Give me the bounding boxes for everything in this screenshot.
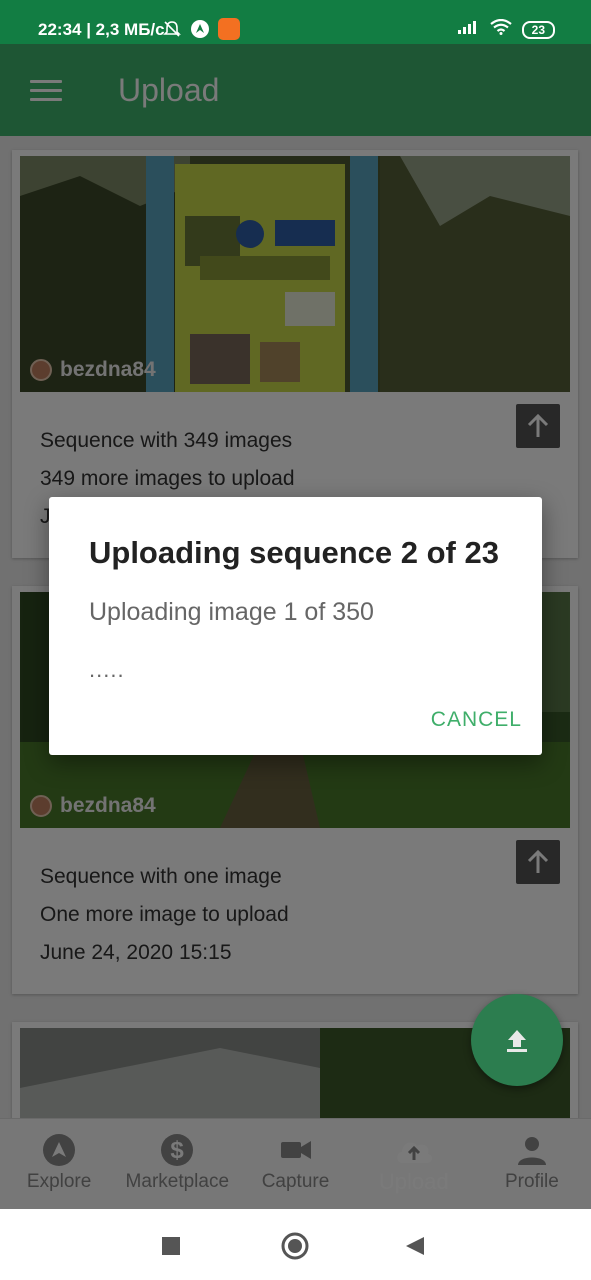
upload-all-fab[interactable] (471, 994, 563, 1086)
upload-progress-dialog: Uploading sequence 2 of 23 Uploading ima… (49, 497, 542, 755)
nav-label: Marketplace (125, 1171, 230, 1192)
location-icon (190, 19, 210, 39)
nav-label: Capture (261, 1171, 330, 1192)
sequence-count: Sequence with one image (40, 865, 282, 888)
svg-text:$: $ (171, 1137, 185, 1164)
compass-icon (0, 1133, 118, 1167)
nav-item-profile[interactable]: Profile (473, 1119, 591, 1209)
sequence-count: Sequence with 349 images (40, 429, 293, 452)
avatar (30, 795, 52, 817)
dialog-message: Uploading image 1 of 350 (89, 598, 374, 626)
person-icon (473, 1133, 591, 1167)
nav-item-marketplace[interactable]: $ Marketplace (118, 1119, 236, 1209)
arrow-up-icon (527, 849, 549, 873)
status-bar: 22:34 | 2,3 МБ/с 23 (0, 0, 591, 44)
app-bar: Upload (0, 44, 591, 136)
bottom-navigation: Explore $ Marketplace Capture Upload Pro… (0, 1118, 591, 1209)
card-user: bezdna84 (30, 794, 156, 818)
nav-item-upload[interactable]: Upload (355, 1119, 473, 1209)
upload-sequence-button[interactable] (516, 840, 560, 884)
avatar (30, 359, 52, 381)
remaining-count: One more image to upload (40, 903, 289, 926)
username: bezdna84 (60, 794, 156, 817)
nav-label: Profile (504, 1171, 559, 1192)
status-icons-right: 23 (457, 18, 555, 40)
video-camera-icon (236, 1133, 354, 1167)
arrow-up-icon (527, 413, 549, 437)
nav-label: Upload (378, 1169, 449, 1194)
progress-dots: ..... (89, 657, 125, 682)
username: bezdna84 (60, 358, 156, 381)
recent-apps-icon (162, 1237, 180, 1255)
sequence-info: Sequence with one image One more image t… (40, 858, 289, 972)
wifi-icon (489, 18, 512, 40)
bell-off-icon (162, 19, 182, 39)
app-icon (218, 18, 240, 40)
menu-icon[interactable] (30, 80, 62, 102)
dollar-icon: $ (118, 1133, 236, 1167)
upload-sequence-button[interactable] (516, 404, 560, 448)
page-title: Upload (118, 72, 220, 108)
sequence-thumbnail: bezdna84 (20, 156, 570, 392)
status-time: 22:34 | 2,3 МБ/с (38, 20, 165, 39)
cloud-upload-icon (355, 1133, 473, 1167)
signal-icon (457, 20, 480, 39)
back-icon (406, 1237, 424, 1255)
nav-item-capture[interactable]: Capture (236, 1119, 354, 1209)
cancel-button[interactable]: CANCEL (431, 708, 522, 732)
nav-item-explore[interactable]: Explore (0, 1119, 118, 1209)
card-user: bezdna84 (30, 358, 156, 382)
dialog-title: Uploading sequence 2 of 23 (89, 535, 499, 570)
system-navigation-bar (0, 1209, 591, 1280)
remaining-count: 349 more images to upload (40, 467, 295, 490)
upload-icon (507, 1030, 527, 1052)
battery-icon: 23 (521, 20, 555, 39)
sequence-date: June 24, 2020 15:15 (40, 941, 232, 964)
nav-label: Explore (26, 1171, 92, 1192)
status-icons-left (162, 18, 240, 40)
